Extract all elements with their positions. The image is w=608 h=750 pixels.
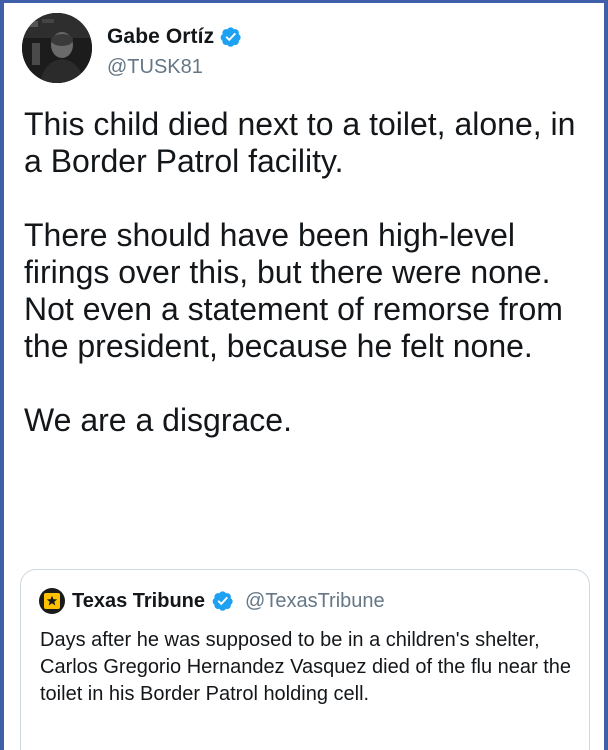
quoted-tweet-card[interactable]: Texas Tribune @TexasTribune Days after h… bbox=[20, 569, 590, 750]
tweet-paragraph-3: We are a disgrace. bbox=[24, 402, 292, 438]
quoted-author-name[interactable]: Texas Tribune bbox=[72, 590, 205, 613]
verified-badge-icon bbox=[220, 27, 241, 47]
quoted-tweet-text: Days after he was supposed to be in a ch… bbox=[40, 629, 572, 705]
tweet-paragraph-1: This child died next to a toilet, alone,… bbox=[24, 106, 576, 179]
author-name-row: Gabe Ortíz bbox=[107, 25, 242, 49]
tweet-paragraph-2: There should have been high-level firing… bbox=[24, 217, 563, 364]
tweet-header: Gabe Ortíz @TUSK81 bbox=[22, 13, 582, 85]
author-name[interactable]: Gabe Ortíz bbox=[107, 25, 214, 49]
avatar-photo-icon bbox=[22, 13, 92, 83]
avatar[interactable] bbox=[22, 13, 92, 83]
quoted-tweet-header: Texas Tribune @TexasTribune bbox=[39, 588, 385, 614]
quoted-author-handle[interactable]: @TexasTribune bbox=[245, 590, 385, 613]
author-handle[interactable]: @TUSK81 bbox=[107, 56, 203, 79]
tweet-text: This child died next to a toilet, alone,… bbox=[24, 106, 594, 439]
tweet-screenshot: Gabe Ortíz @TUSK81 This child died next … bbox=[4, 3, 604, 750]
texas-tribune-logo-icon bbox=[39, 588, 65, 614]
quoted-verified-badge-icon bbox=[212, 591, 233, 611]
